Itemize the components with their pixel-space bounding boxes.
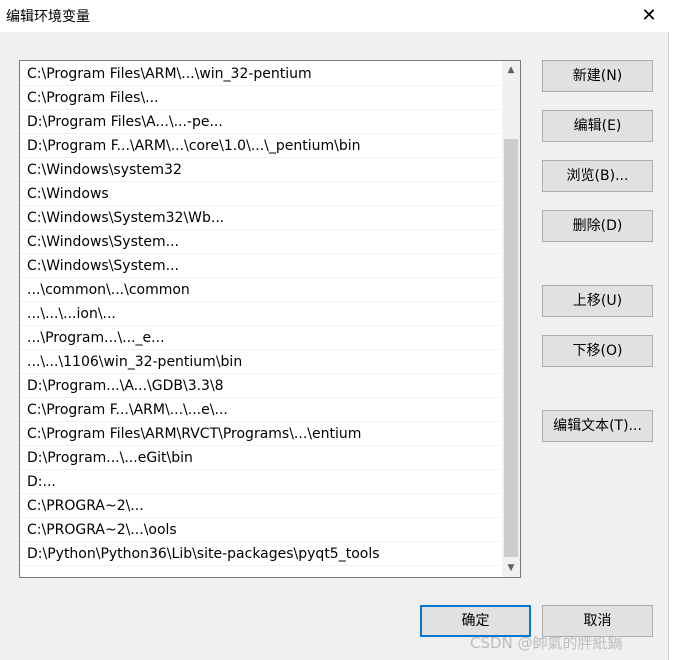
- scroll-up-icon[interactable]: ▲: [502, 61, 520, 79]
- new-button[interactable]: 新建(N): [542, 60, 653, 92]
- title-bar: 编辑环境变量 ✕: [0, 0, 676, 32]
- path-list-item[interactable]: D:\Program F...\ARM\...\core\1.0\...\_pe…: [20, 134, 500, 158]
- delete-button[interactable]: 删除(D): [542, 210, 653, 242]
- path-list-item[interactable]: C:\Program Files\...: [20, 86, 500, 110]
- move-up-button[interactable]: 上移(U): [542, 285, 653, 317]
- scrollbar-thumb[interactable]: [504, 139, 518, 557]
- path-list-rows: C:\Program Files\ARM\...\win_32-pentium C…: [20, 62, 500, 566]
- path-list-item[interactable]: C:\Program F...\ARM\...\...e\...: [20, 398, 500, 422]
- background-window-edge: [668, 32, 676, 660]
- browse-button[interactable]: 浏览(B)...: [542, 160, 653, 192]
- path-list-item[interactable]: D:\Program...\...eGit\bin: [20, 446, 500, 470]
- close-icon[interactable]: ✕: [638, 5, 660, 27]
- window-title: 编辑环境变量: [6, 9, 90, 25]
- path-list-item[interactable]: C:\Windows\system32: [20, 158, 500, 182]
- path-list-item[interactable]: C:\Program Files\ARM\...\win_32-pentium: [20, 62, 500, 86]
- path-list-item[interactable]: ...\...\1106\win_32-pentium\bin: [20, 350, 500, 374]
- path-list-item[interactable]: C:\Program Files\ARM\RVCT\Programs\...\e…: [20, 422, 500, 446]
- path-list-item[interactable]: C:\Windows\System...: [20, 254, 500, 278]
- path-list-item[interactable]: C:\Windows\System...: [20, 230, 500, 254]
- path-list-item[interactable]: ...\Program...\..._e...: [20, 326, 500, 350]
- path-list-item[interactable]: D:...: [20, 470, 500, 494]
- scroll-down-icon[interactable]: ▼: [502, 559, 520, 577]
- path-list-item[interactable]: ...\common\...\common: [20, 278, 500, 302]
- vertical-scrollbar[interactable]: ▲ ▼: [502, 61, 520, 577]
- path-list-item[interactable]: C:\Windows\System32\Wb...: [20, 206, 500, 230]
- edit-text-button[interactable]: 编辑文本(T)...: [542, 410, 653, 442]
- move-down-button[interactable]: 下移(O): [542, 335, 653, 367]
- edit-button[interactable]: 编辑(E): [542, 110, 653, 142]
- watermark: CSDN @帥氣的胖紙鍋: [470, 634, 623, 652]
- path-list[interactable]: C:\Program Files\ARM\...\win_32-pentium C…: [19, 60, 521, 578]
- path-list-item[interactable]: C:\Windows: [20, 182, 500, 206]
- path-list-item[interactable]: D:\Python\Python36\Lib\site-packages\pyq…: [20, 542, 500, 566]
- path-list-item[interactable]: C:\PROGRA~2\...\ools: [20, 518, 500, 542]
- path-list-item[interactable]: D:\Program...\A...\GDB\3.3\8: [20, 374, 500, 398]
- path-list-item[interactable]: C:\PROGRA~2\...: [20, 494, 500, 518]
- path-list-item[interactable]: ...\...\...ion\...: [20, 302, 500, 326]
- path-list-item[interactable]: D:\Program Files\A...\...-pe...: [20, 110, 500, 134]
